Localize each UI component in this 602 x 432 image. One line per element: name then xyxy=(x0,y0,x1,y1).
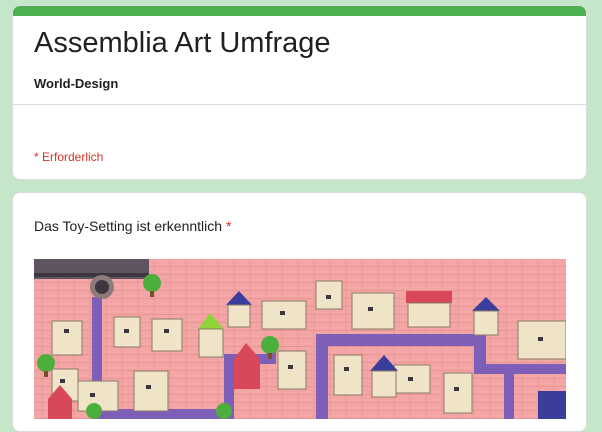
required-note: * Erforderlich xyxy=(34,150,104,164)
header-divider xyxy=(13,104,586,105)
form-title: Assemblia Art Umfrage xyxy=(34,27,331,59)
game-map-image xyxy=(34,259,566,419)
form-subtitle: World-Design xyxy=(34,76,119,91)
required-star: * xyxy=(225,218,232,234)
question-card: Das Toy-Setting ist erkenntlich * xyxy=(12,192,587,432)
map-illustration xyxy=(34,259,566,419)
form-accent-bar xyxy=(13,6,586,16)
form-header-card: Assemblia Art Umfrage World-Design * Erf… xyxy=(12,5,587,180)
question-title: Das Toy-Setting ist erkenntlich * xyxy=(34,218,231,234)
question-text: Das Toy-Setting ist erkenntlich xyxy=(34,218,223,234)
